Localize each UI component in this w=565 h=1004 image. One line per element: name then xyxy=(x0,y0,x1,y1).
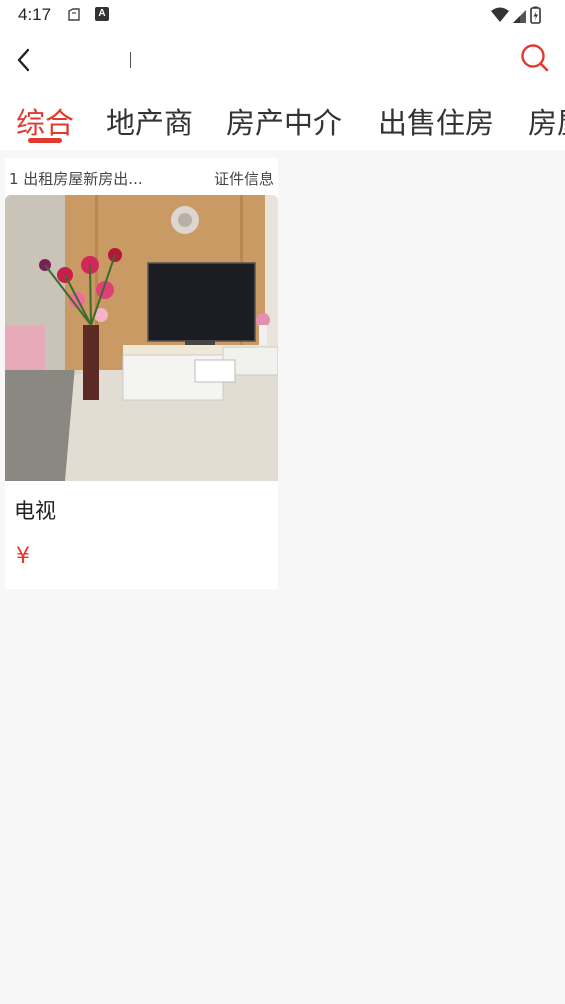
signal-icon xyxy=(513,10,526,23)
category-tabs: 综合 地产商 房产中介 出售住房 房屋 xyxy=(0,88,565,150)
results-area: 1 出租房屋新房出... 证件信息 电视 ¥ xyxy=(0,150,565,1004)
card-header: 1 出租房屋新房出... 证件信息 xyxy=(5,168,278,190)
wifi-icon xyxy=(491,7,509,22)
tab-for-sale[interactable]: 出售住房 xyxy=(378,100,494,142)
shop-name[interactable]: 1 出租房屋新房出... xyxy=(9,168,143,189)
cert-info-link[interactable]: 证件信息 xyxy=(214,168,274,189)
top-bar xyxy=(0,32,565,88)
tab-developer[interactable]: 地产商 xyxy=(106,100,193,142)
product-price: ¥ xyxy=(16,544,30,569)
status-indicators xyxy=(489,6,549,26)
search-input[interactable] xyxy=(128,46,488,74)
back-button[interactable] xyxy=(8,44,40,76)
text-caret xyxy=(130,52,131,68)
tab-agency[interactable]: 房产中介 xyxy=(226,100,342,142)
clipboard-icon xyxy=(66,7,82,23)
tab-housing[interactable]: 房屋 xyxy=(528,100,565,142)
product-card[interactable]: 1 出租房屋新房出... 证件信息 电视 ¥ xyxy=(5,158,278,589)
active-tab-indicator xyxy=(28,138,62,143)
product-title[interactable]: 电视 xyxy=(14,495,56,525)
status-time: 4:17 xyxy=(18,5,52,24)
battery-icon xyxy=(530,6,541,24)
status-bar: 4:17 A xyxy=(0,0,565,32)
chevron-left-icon xyxy=(17,48,30,72)
search-icon xyxy=(521,44,549,72)
product-image[interactable] xyxy=(5,195,278,481)
tab-comprehensive[interactable]: 综合 xyxy=(16,100,74,142)
notification-a-icon: A xyxy=(95,7,109,21)
search-button[interactable] xyxy=(519,42,551,74)
